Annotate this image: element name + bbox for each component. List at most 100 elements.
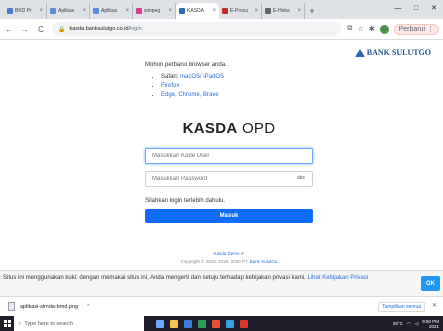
close-tab-icon[interactable]: × [297, 8, 301, 14]
taskbar-app-icon[interactable] [170, 319, 178, 328]
url-path: /login [128, 26, 142, 32]
profile-avatar[interactable]: S [379, 24, 389, 34]
extensions-icon[interactable]: ✱ [369, 25, 375, 33]
windows-icon [3, 320, 11, 327]
user-code-input[interactable] [145, 148, 313, 164]
favicon-icon [179, 8, 185, 14]
windows-taskbar: ○ Type here to search 28°C ◠ ◁ 9:50 PM 2… [0, 316, 443, 331]
update-button[interactable]: Perbarui ⋮ [393, 23, 439, 35]
tab-title: Aplikas [101, 8, 118, 14]
favicon-icon [93, 8, 99, 14]
tab-title: BKD Pr [15, 8, 32, 14]
tab-strip: BKD Pr × Aplikas × Aplikas × simpeg × KASDA × E-Pr… [0, 0, 443, 19]
browser-tab[interactable]: BKD Pr × [4, 3, 47, 19]
url-host: kasda.banksulutgo.co.id [69, 26, 129, 32]
browser-tab[interactable]: simpeg × [133, 3, 176, 19]
browser-toolbar: ← → C 🔒 kasda.banksulutgo.co.id/login ⧉ … [0, 19, 443, 40]
browser-list-item: Firefox [161, 82, 315, 91]
close-tab-icon[interactable]: × [82, 8, 86, 14]
weather-temp: 28°C [392, 321, 403, 326]
browser-list-item: Edge, Chrome, Brave [161, 91, 315, 100]
show-all-button[interactable]: Tampilkan semua [378, 302, 425, 312]
safari-link[interactable]: macOS/ iPadOS [180, 74, 224, 80]
browser-tab[interactable]: KASDA × [176, 3, 219, 19]
minimize-button[interactable]: — [389, 5, 407, 12]
new-tab-button[interactable]: + [305, 3, 319, 19]
translate-icon[interactable]: ⧉ [347, 25, 352, 33]
browser-list-item: Safari: macOS/ iPadOS [161, 73, 315, 82]
wifi-icon[interactable]: ◠ [407, 321, 411, 327]
browser-tab[interactable]: E-Heka × [262, 3, 305, 19]
update-label: Perbarui [398, 25, 426, 33]
close-tab-icon[interactable]: × [168, 8, 172, 14]
password-input[interactable] [145, 171, 313, 187]
close-tab-icon[interactable]: × [212, 8, 216, 14]
start-button[interactable] [0, 316, 14, 331]
close-tab-icon[interactable]: × [254, 8, 258, 14]
taskbar-apps [156, 319, 248, 328]
forward-button[interactable]: → [20, 25, 30, 34]
system-tray: 28°C ◠ ◁ 9:50 PM 2021 [393, 319, 443, 329]
close-window-button[interactable]: ✕ [425, 4, 443, 12]
taskbar-app-icon[interactable] [226, 319, 234, 328]
taskbar-app-icon[interactable] [184, 319, 192, 328]
login-hint: Silahkan login terlebih dahulu. [145, 198, 226, 204]
cookie-banner: Situs ini menggunakan kuki: dengan memak… [0, 270, 443, 296]
demo-link[interactable]: Kasda Demo ✔ [145, 251, 313, 257]
privacy-policy-link[interactable]: Lihat Kebijakan Privasi [308, 275, 369, 281]
favicon-icon [136, 8, 142, 14]
browser-tab[interactable]: Aplikas × [90, 3, 133, 19]
download-filename: aplikasi-simda-bmd.png [20, 303, 79, 310]
toolbar-icons: ⧉ ☆ ✱ S Perbarui ⋮ [347, 23, 439, 35]
menu-dots-icon: ⋮ [427, 26, 434, 33]
favicon-icon [265, 8, 271, 14]
chevron-up-icon[interactable]: ^ [87, 304, 89, 310]
close-tab-icon[interactable]: × [39, 8, 43, 14]
taskbar-search[interactable]: ○ Type here to search [14, 316, 144, 331]
clock[interactable]: 9:50 PM 2021 [422, 319, 439, 329]
tab-title: simpeg [144, 8, 161, 14]
browser-notice: Mohon perbarui browser anda. Safari: mac… [145, 62, 315, 100]
cookie-ok-button[interactable]: OK [421, 276, 440, 291]
favicon-icon [222, 8, 228, 14]
close-tab-icon[interactable]: × [125, 8, 129, 14]
taskbar-app-icon[interactable] [198, 319, 206, 328]
brand-name: BANK SULUTGO [366, 48, 431, 57]
window-controls: — □ ✕ [389, 0, 443, 16]
login-button[interactable]: Masuk [145, 209, 313, 223]
tab-title: E-Heka [273, 8, 290, 14]
password-manager-badge[interactable]: abc [297, 175, 305, 181]
browser-tab[interactable]: Aplikas × [47, 3, 90, 19]
favicon-icon [50, 8, 56, 14]
taskbar-app-icon[interactable] [156, 319, 164, 328]
download-item[interactable]: aplikasi-simda-bmd.png ^ [8, 302, 89, 311]
taskbar-app-icon[interactable] [240, 319, 248, 328]
chromium-link[interactable]: Edge, Chrome, Brave [161, 92, 219, 98]
favicon-icon [7, 8, 13, 14]
maximize-button[interactable]: □ [407, 5, 425, 12]
bookmark-star-icon[interactable]: ☆ [357, 25, 363, 33]
back-button[interactable]: ← [4, 25, 14, 34]
copyright-link[interactable]: Bank SulutGo [250, 259, 278, 264]
copyright: Copyright © 2018, 2019, 2020 PT. Bank Su… [180, 259, 278, 264]
volume-icon[interactable]: ◁ [415, 321, 418, 327]
browser-tab[interactable]: E-Procu × [219, 3, 262, 19]
download-shelf: aplikasi-simda-bmd.png ^ Tampilkan semua… [0, 296, 443, 316]
address-bar[interactable]: 🔒 kasda.banksulutgo.co.id/login [52, 22, 342, 36]
notice-text: Mohon perbarui browser anda. [145, 62, 227, 68]
page-title: KASDA OPD [182, 120, 276, 137]
file-icon [8, 302, 15, 311]
taskbar-app-icon[interactable] [212, 319, 220, 328]
browser-list: Safari: macOS/ iPadOS Firefox Edge, Chro… [161, 73, 315, 100]
close-icon[interactable]: ✕ [432, 302, 437, 309]
tab-title: E-Procu [230, 8, 249, 14]
cookie-text: Situs ini menggunakan kuki: dengan memak… [3, 275, 369, 281]
taskbar-search-placeholder: Type here to search [24, 320, 73, 327]
firefox-link[interactable]: Firefox [161, 83, 179, 89]
reload-button[interactable]: C [36, 25, 46, 34]
tab-title: Aplikas [58, 8, 75, 14]
bank-logo: BANK SULUTGO [354, 48, 431, 57]
tab-title: KASDA [187, 8, 204, 14]
logo-triangle-icon [354, 48, 365, 57]
lock-icon: 🔒 [58, 26, 66, 33]
